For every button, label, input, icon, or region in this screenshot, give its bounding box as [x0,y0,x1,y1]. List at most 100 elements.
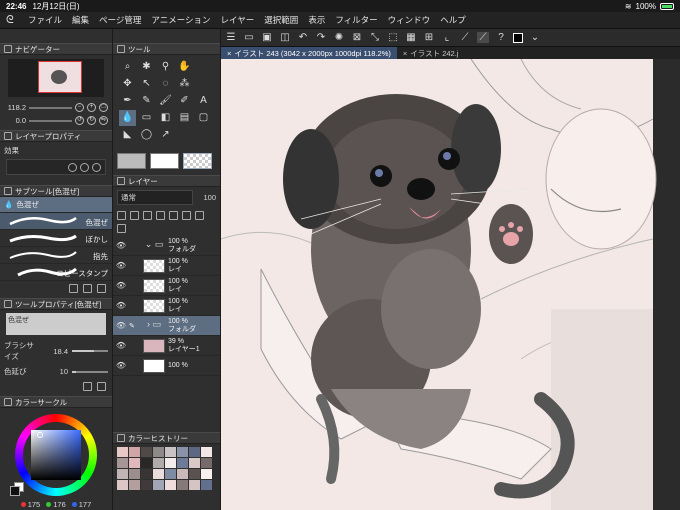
sub-color-chip[interactable] [150,153,179,169]
color-history-swatch[interactable] [117,447,128,457]
menu-animation[interactable]: アニメーション [151,14,210,26]
copy-subtool-icon[interactable] [83,284,92,293]
close-icon[interactable]: × [227,49,231,58]
gradient-icon[interactable]: ▤ [176,110,193,126]
save-icon[interactable]: ◫ [279,32,291,43]
saturation-value-square[interactable] [31,430,81,480]
fill-icon[interactable]: ◧ [157,110,174,126]
clear-icon[interactable]: ⊠ [351,32,363,43]
mask-icon[interactable] [156,211,165,220]
color-history-swatch[interactable] [189,480,200,490]
sparkle-icon[interactable]: ✱ [138,59,155,75]
chevron-down-icon[interactable]: ⌄ [529,32,541,43]
transparent-color-chip[interactable] [183,153,212,169]
color-history-swatch[interactable] [129,447,140,457]
zoom-slider[interactable] [29,106,72,109]
redo-icon[interactable]: ↷ [315,32,327,43]
color-history-swatch[interactable] [165,469,176,479]
brush-item-stamp[interactable]: コピースタンプ [0,264,112,281]
rotate-right-icon[interactable]: ↻ [87,116,96,125]
clip-icon[interactable] [117,211,126,220]
eye-icon[interactable]: 👁 [113,341,129,350]
color-history-swatch[interactable] [165,447,176,457]
color-picker-cursor[interactable] [37,432,43,438]
canvas-artwork[interactable] [221,59,680,510]
color-circle-title[interactable]: カラーサークル [0,396,112,408]
color-history-swatch[interactable] [201,480,212,490]
brush-size-value[interactable]: 18.4 [42,347,68,356]
brush-item-blur[interactable]: ぼかし [0,230,112,247]
fit-icon[interactable]: □ [99,103,108,112]
color-wheel[interactable] [15,414,97,496]
crop-icon[interactable]: ⊞ [423,32,435,43]
layer-opacity-value[interactable]: 100 [196,193,216,202]
layer-property-title[interactable]: レイヤープロパティ [0,130,112,142]
drawing-canvas[interactable] [221,59,680,510]
color-history-swatch[interactable] [201,458,212,468]
wand-icon[interactable]: ⁂ [176,76,193,92]
eye-icon[interactable]: 👁 [113,361,129,370]
reference-icon[interactable] [130,211,139,220]
reset-icon[interactable] [83,382,92,391]
new-raster-icon[interactable] [169,211,178,220]
ruler-icon[interactable]: ◣ [119,127,136,143]
color-history-swatch[interactable] [177,458,188,468]
effect-border-icon[interactable] [68,162,77,172]
text-icon[interactable]: A [195,93,212,109]
new-folder-icon[interactable] [195,211,204,220]
ruler-snap-icon[interactable]: ⟋ [459,32,471,43]
frame-icon[interactable]: ▢ [195,110,212,126]
subtool-title[interactable]: サブツール[色混ぜ] [0,185,112,197]
layer-row-selected[interactable]: 👁 ✎ › ▭ 100 % フォルダ [113,316,220,336]
color-history-swatch[interactable] [117,469,128,479]
color-history-swatch[interactable] [177,469,188,479]
new-vector-icon[interactable] [182,211,191,220]
color-history-swatch[interactable] [141,458,152,468]
delete-subtool-icon[interactable] [97,284,106,293]
menu-selection[interactable]: 選択範囲 [264,14,298,26]
line-icon[interactable]: ↗ [157,127,174,143]
color-history-swatch[interactable] [141,480,152,490]
transform-icon[interactable]: ⤡ [369,32,381,43]
color-history-swatch[interactable] [201,469,212,479]
curve-snap-icon[interactable]: ⟋ [477,32,489,43]
move-icon[interactable]: ✥ [119,76,136,92]
color-history-swatch[interactable] [153,480,164,490]
menu-file[interactable]: ファイル [28,14,62,26]
tab-illust-243[interactable]: × イラスト 243 (3042 x 2000px 1000dpi 118.2%… [221,47,397,59]
airbrush-icon[interactable]: ✐ [176,93,193,109]
menu-view[interactable]: 表示 [308,14,325,26]
color-history-swatch[interactable] [129,480,140,490]
color-history-swatch[interactable] [189,447,200,457]
select-all-icon[interactable]: ▦ [405,32,417,43]
menu-icon[interactable]: ☰ [225,32,237,43]
rotate-left-icon[interactable]: ↺ [75,116,84,125]
layer-row[interactable]: 👁 ⌄ ▭ 100 % フォルダ [113,236,220,256]
tab-illust-242[interactable]: × イラスト 242.j [397,47,465,59]
foreground-color-swatch[interactable] [10,486,20,496]
color-history-title[interactable]: カラーヒストリー [113,432,220,444]
flip-icon[interactable]: ⇋ [99,116,108,125]
open-icon[interactable]: ▣ [261,32,273,43]
navigator-title[interactable]: ナビゲーター [0,43,112,55]
color-history-swatch[interactable] [153,458,164,468]
color-history-swatch[interactable] [141,447,152,457]
eye-icon[interactable]: 👁 [113,281,129,290]
pencil-icon[interactable]: ✎ [138,93,155,109]
color-history-swatch[interactable] [201,447,212,457]
eye-icon[interactable]: 👁 [113,321,129,330]
brush-icon[interactable]: 🖌 [157,93,174,109]
color-history-swatch[interactable] [117,458,128,468]
color-history-swatch[interactable] [189,469,200,479]
layer-row[interactable]: 👁 100 % レイ [113,256,220,276]
brush-item-finger[interactable]: 指先 [0,247,112,264]
menu-help[interactable]: ヘルプ [440,14,466,26]
layer-row[interactable]: 👁 100 % レイ [113,276,220,296]
menu-filter[interactable]: フィルター [335,14,377,26]
tool-property-title[interactable]: ツールプロパティ[色混ぜ] [0,298,112,310]
color-history-swatch[interactable] [177,447,188,457]
brush-size-slider[interactable] [72,350,108,352]
zoom-in-icon[interactable]: + [87,103,96,112]
hand-icon[interactable]: ✋ [176,59,193,75]
tools-title[interactable]: ツール [113,43,220,55]
